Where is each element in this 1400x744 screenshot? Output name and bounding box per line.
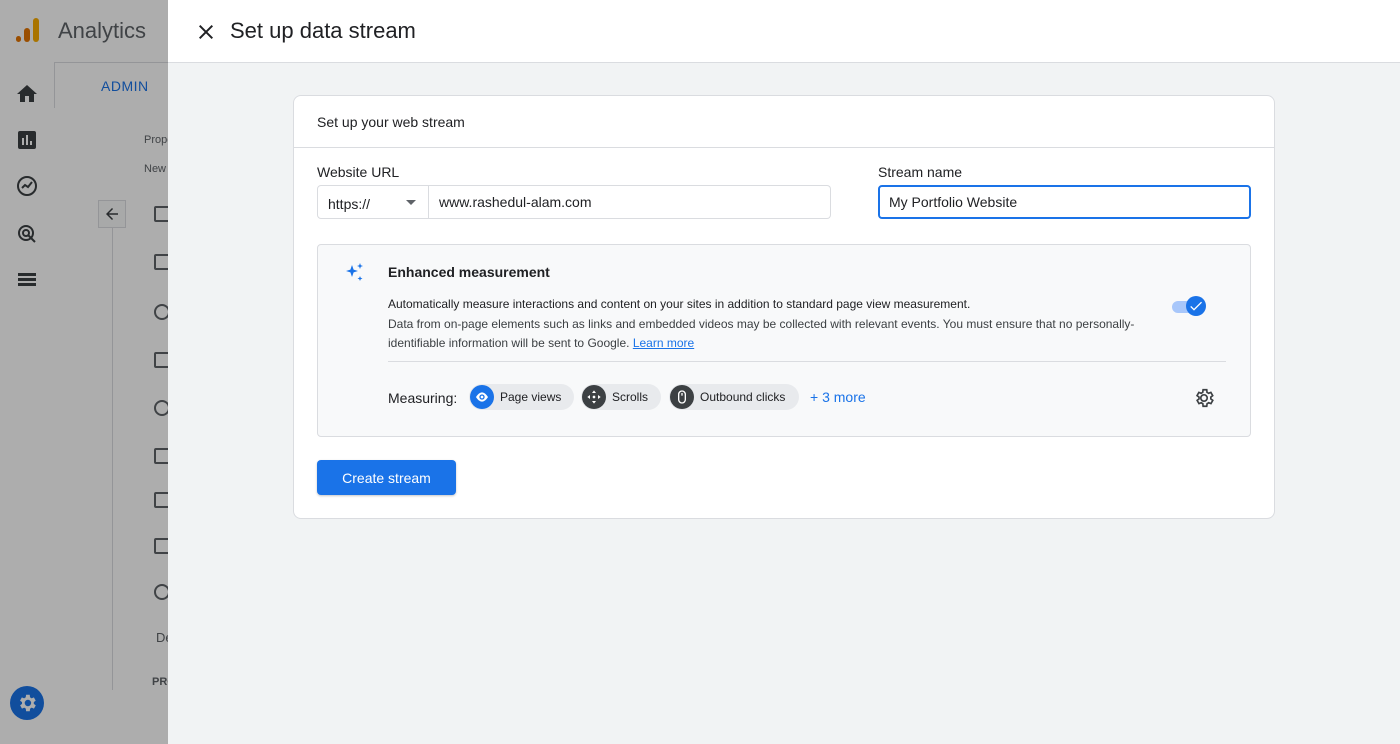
toggle-thumb [1186,296,1206,316]
section-divider [388,361,1226,362]
enhanced-measurement-disclaimer: Data from on-page elements such as links… [388,315,1168,353]
more-events-link[interactable]: + 3 more [810,389,866,405]
eye-icon [470,385,494,409]
protocol-select[interactable]: https:// [317,185,429,219]
disclaimer-text: Data from on-page elements such as links… [388,317,1135,350]
learn-more-link[interactable]: Learn more [633,336,694,350]
mouse-icon [670,385,694,409]
enhanced-measurement-toggle[interactable] [1172,295,1208,317]
stream-name-input[interactable] [878,185,1251,219]
chip-scrolls[interactable]: Scrolls [581,384,661,410]
create-stream-button[interactable]: Create stream [317,460,456,495]
protocol-value: https:// [328,196,371,212]
chip-label: Outbound clicks [700,390,786,404]
website-url-label: Website URL [317,164,400,180]
web-stream-card: Set up your web stream Website URL Strea… [293,95,1275,519]
card-header: Set up your web stream [294,96,1274,148]
sparkle-icon [346,263,363,281]
enhanced-measurement-section: Enhanced measurement Automatically measu… [317,244,1251,437]
chip-label: Page views [500,390,562,404]
modal-scrim[interactable] [0,0,168,744]
gear-icon[interactable] [1193,387,1215,409]
chip-outbound-clicks[interactable]: Outbound clicks [669,384,799,410]
card-title: Set up your web stream [317,114,465,130]
enhanced-measurement-description: Automatically measure interactions and c… [388,297,971,311]
measuring-label: Measuring: [388,390,458,406]
enhanced-measurement-title: Enhanced measurement [388,264,550,280]
setup-data-stream-drawer: Set up data stream Set up your web strea… [168,0,1400,744]
chip-label: Scrolls [612,390,649,404]
chip-page-views[interactable]: Page views [469,384,574,410]
close-icon[interactable] [194,20,218,44]
scroll-icon [582,385,606,409]
drawer-title: Set up data stream [230,18,416,43]
drawer-header: Set up data stream [168,0,1400,63]
stream-name-label: Stream name [878,164,963,180]
website-url-input[interactable] [429,185,831,219]
dropdown-arrow-icon [406,200,416,205]
checkmark-icon [1190,301,1202,311]
